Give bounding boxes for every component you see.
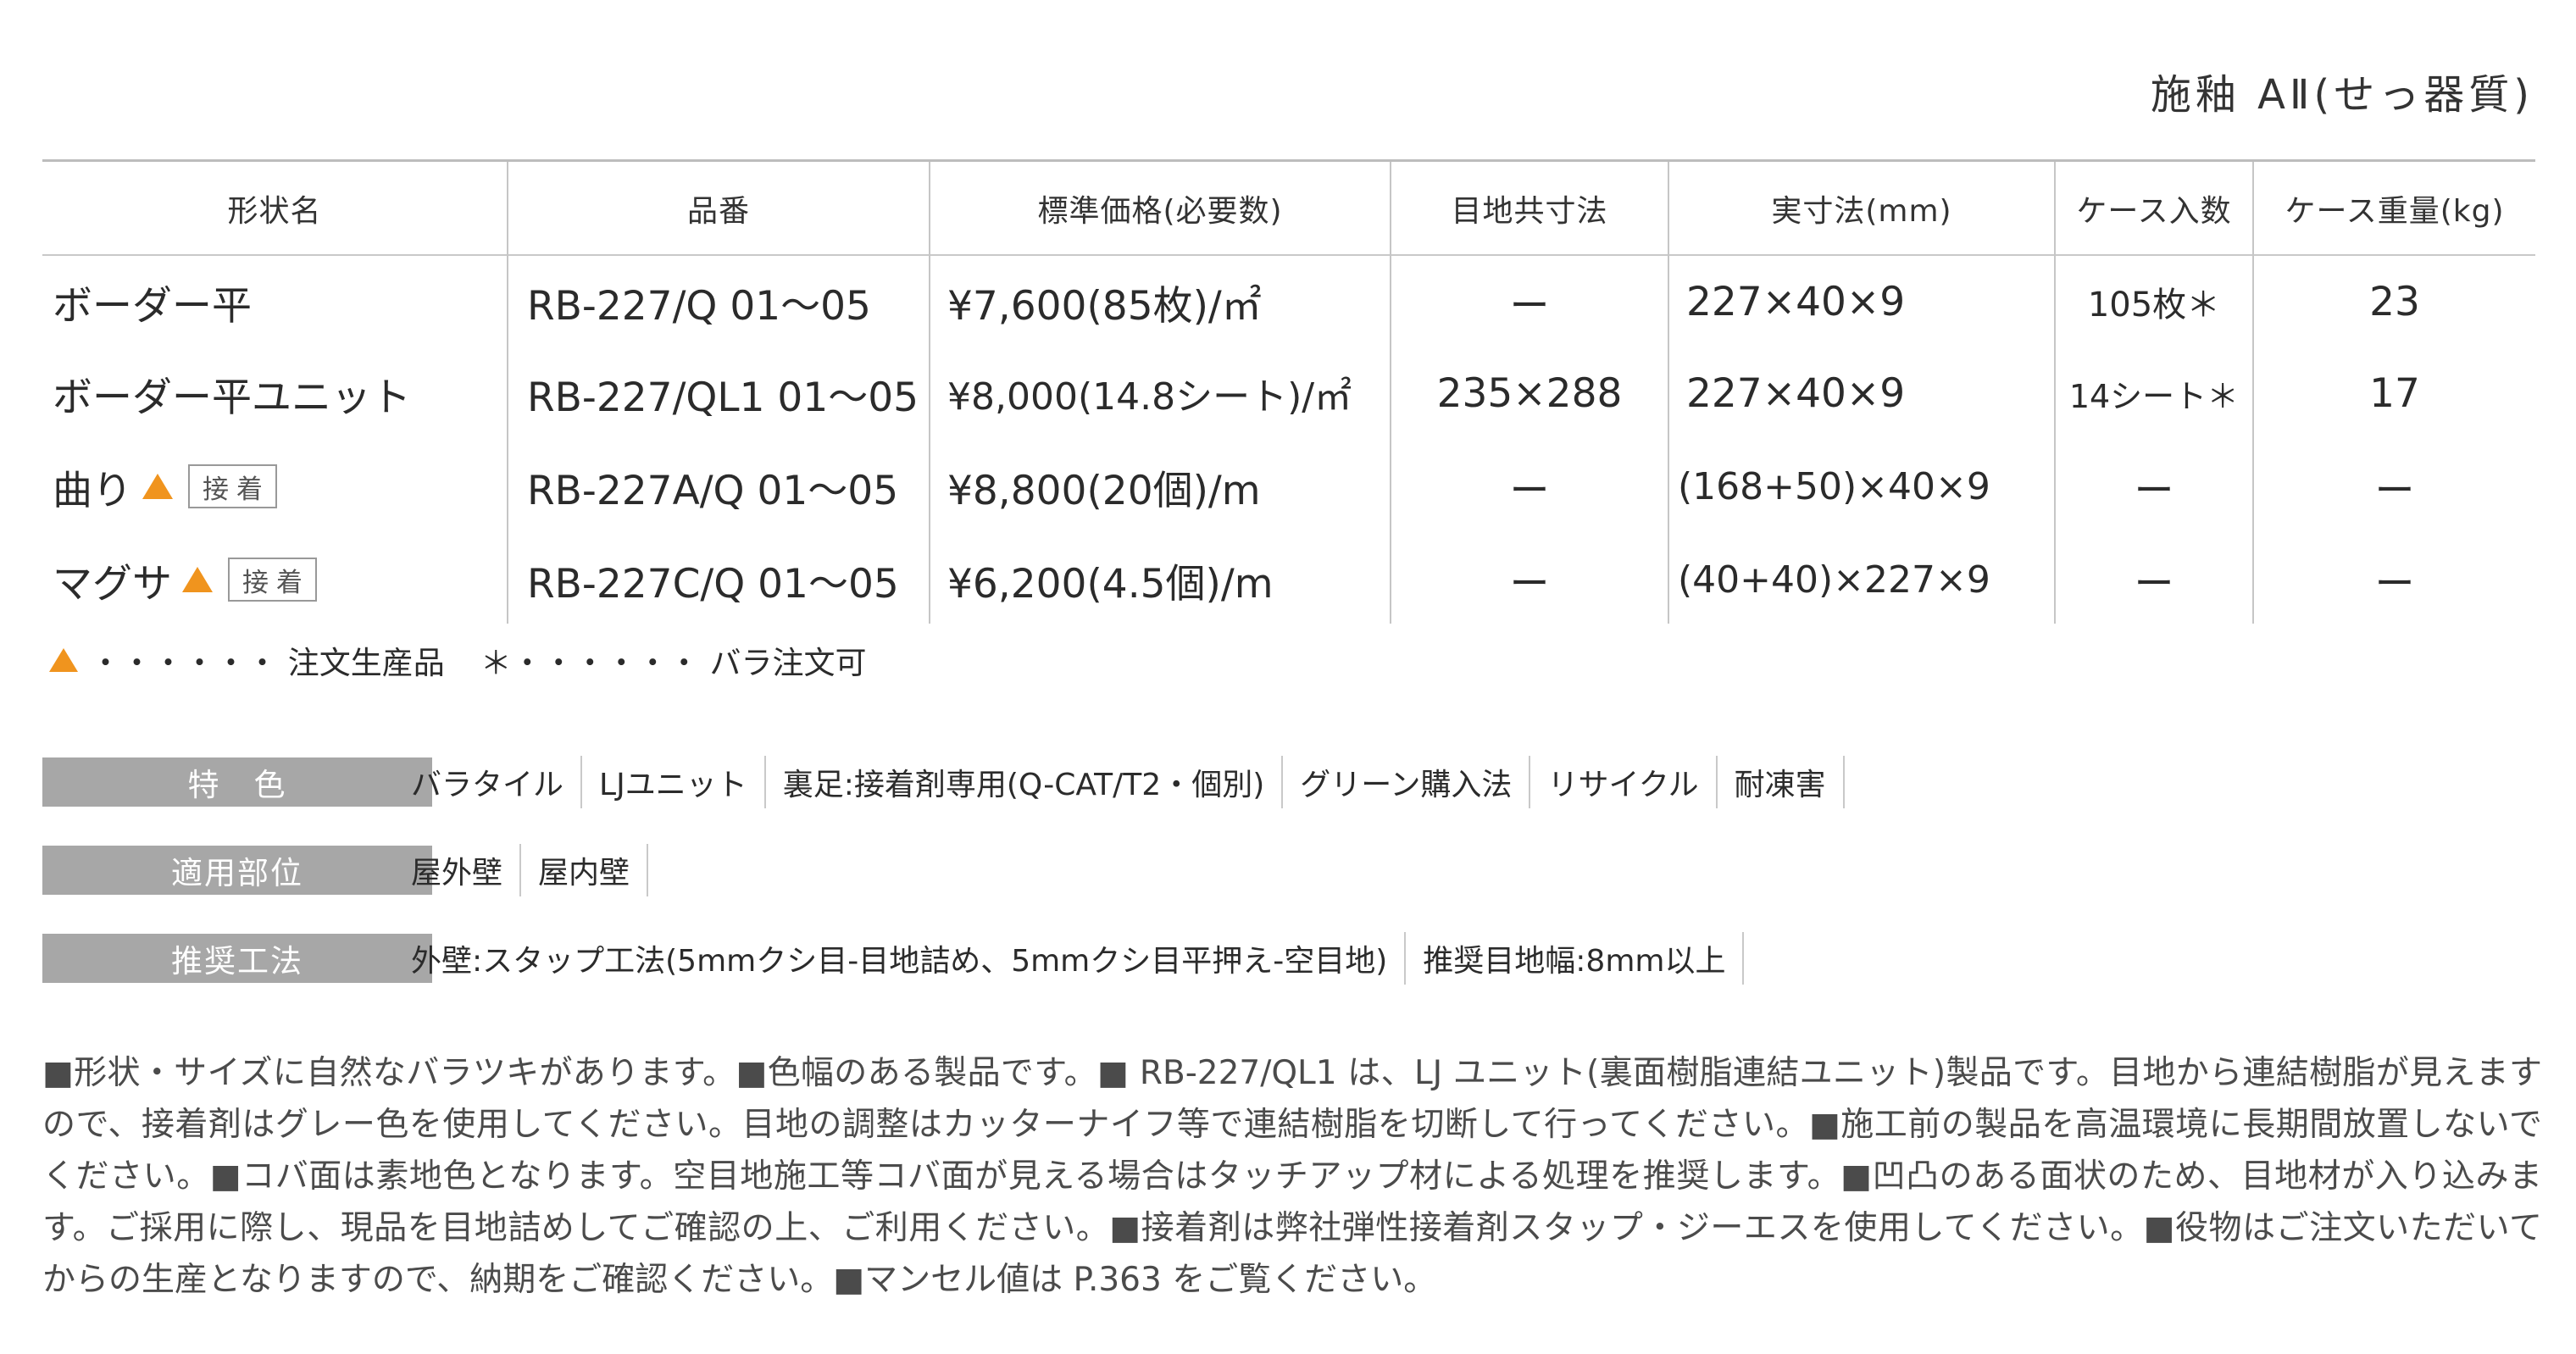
legend-loose-order: ・・・・・・ バラ注文可 <box>511 645 867 681</box>
legend-made-to-order: ・・・・・・ 注文生産品 <box>90 645 445 681</box>
application-area-item: 屋内壁 <box>538 844 649 896</box>
feature-item: リサイクル <box>1547 756 1718 808</box>
case-quantity: ー <box>2134 560 2174 608</box>
feature-item: LJユニット <box>599 756 766 808</box>
adhesive-badge: 接着 <box>188 464 277 508</box>
column-header-product-code: 品番 <box>686 194 750 229</box>
table-row: 曲り 接着 <box>53 446 502 527</box>
column-header-shape-name: 形状名 <box>227 194 322 229</box>
features-list: バラタイル LJユニット 裏足:接着剤専用(Q-CAT/T2・個別) グリーン購… <box>411 756 1862 808</box>
actual-size: (40+40)×227×9 <box>1678 558 1990 602</box>
made-to-order-triangle-icon <box>142 474 173 499</box>
product-code: RB-227A/Q 01〜05 <box>527 467 899 514</box>
product-notes: ■形状・サイズに自然なバラツキがあります。■色幅のある製品です。■ RB-227… <box>42 1054 2542 1299</box>
feature-item: グリーン購入法 <box>1300 756 1531 808</box>
series-title: 施釉 AⅡ(せっ器質) <box>2150 71 2534 119</box>
joint-size: ー <box>1509 560 1550 608</box>
recommended-method-item: 外壁:スタップ工法(5mmクシ目-目地詰め、5mmクシ目平押え-空目地) <box>411 932 1407 985</box>
actual-size: 227×40×9 <box>1686 278 1906 325</box>
feature-item: 耐凍害 <box>1735 756 1845 808</box>
table-row: ボーダー平ユニット <box>53 352 502 434</box>
joint-size: ー <box>1509 467 1550 514</box>
case-weight: ー <box>2374 560 2415 608</box>
feature-item: 裏足:接着剤専用(Q-CAT/T2・個別) <box>783 756 1284 808</box>
table-row: ボーダー平 <box>53 261 502 342</box>
case-quantity: 14シート＊ <box>2068 377 2240 415</box>
case-weight: ー <box>2374 467 2415 514</box>
recommended-method-list: 外壁:スタップ工法(5mmクシ目-目地詰め、5mmクシ目平押え-空目地) 推奨目… <box>411 932 1761 985</box>
column-header-joint-size: 目地共寸法 <box>1451 194 1608 229</box>
joint-size: 235×288 <box>1436 369 1623 417</box>
legend: ・・・・・・ 注文生産品 ＊ ・・・・・・ バラ注文可 <box>42 637 867 683</box>
shape-name: ボーダー平ユニット <box>53 374 411 421</box>
price: ¥8,800(20個)/m <box>947 467 1261 514</box>
recommended-method-label: 推奨工法 <box>42 934 432 983</box>
joint-size: ー <box>1509 282 1550 330</box>
column-header-case-quantity: ケース入数 <box>2076 194 2232 229</box>
price: ¥8,000(14.8シート)/㎡ <box>947 375 1352 419</box>
column-header-actual-size: 実寸法(mm) <box>1771 194 1952 229</box>
column-header-price: 標準価格(必要数) <box>1037 194 1283 229</box>
application-area-item: 屋外壁 <box>411 844 522 896</box>
table-row: マグサ 接着 <box>53 539 502 620</box>
product-code: RB-227/Q 01〜05 <box>527 282 871 330</box>
product-code: RB-227C/Q 01〜05 <box>527 560 899 608</box>
actual-size: (168+50)×40×9 <box>1678 464 1990 508</box>
product-code: RB-227/QL1 01〜05 <box>527 374 919 421</box>
column-header-case-weight: ケース重量(kg) <box>2285 194 2505 229</box>
shape-name: マグサ <box>53 560 172 608</box>
case-quantity: ー <box>2134 467 2174 514</box>
made-to-order-triangle-icon <box>182 567 213 592</box>
price: ¥6,200(4.5個)/m <box>947 560 1274 608</box>
recommended-method-item: 推奨目地幅:8mm以上 <box>1423 932 1745 985</box>
application-area-list: 屋外壁 屋内壁 <box>411 844 665 896</box>
features-label: 特 色 <box>42 757 432 807</box>
legend-asterisk-icon: ＊ <box>480 645 512 681</box>
case-weight: 23 <box>2369 278 2420 325</box>
made-to-order-triangle-icon <box>49 648 78 672</box>
application-area-label: 適用部位 <box>42 846 432 895</box>
case-quantity: 105枚＊ <box>2087 286 2221 325</box>
shape-name: ボーダー平 <box>53 282 252 330</box>
price: ¥7,600(85枚)/㎡ <box>947 282 1262 330</box>
actual-size: 227×40×9 <box>1686 369 1906 417</box>
adhesive-badge: 接着 <box>228 558 317 602</box>
table-top-rule <box>42 159 2535 162</box>
case-weight: 17 <box>2369 369 2420 417</box>
shape-name: 曲り <box>53 467 132 514</box>
feature-item: バラタイル <box>411 756 583 808</box>
table-header-rule <box>42 254 2535 256</box>
